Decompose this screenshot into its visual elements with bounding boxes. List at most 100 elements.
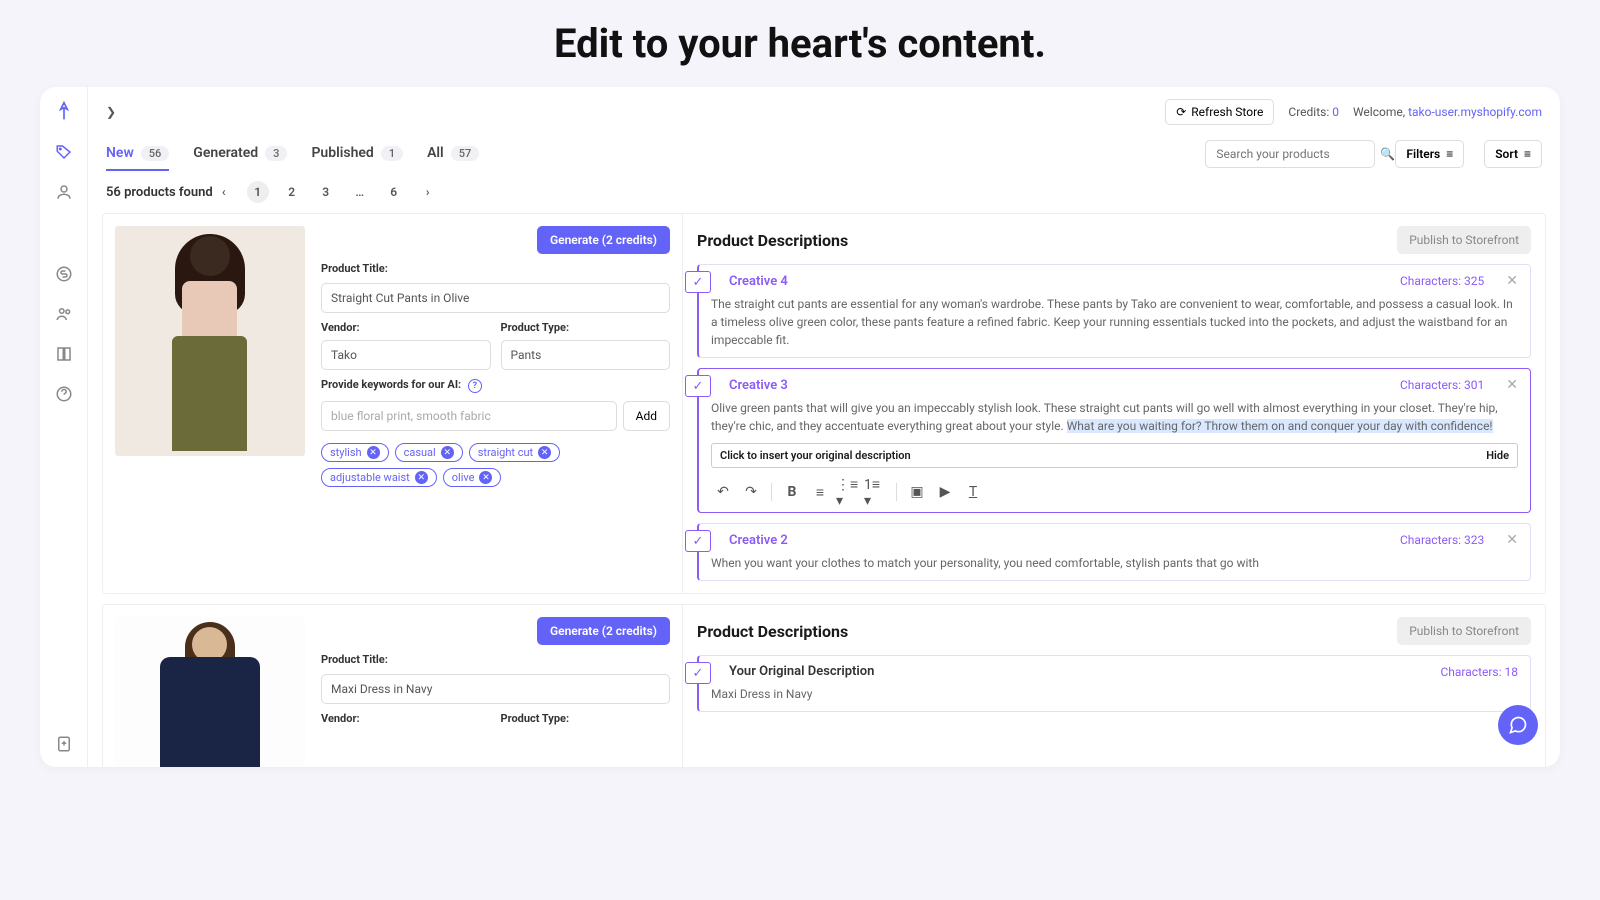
publish-button[interactable]: Publish to Storefront	[1397, 226, 1531, 254]
product-type-label: Product Type:	[501, 712, 671, 725]
new-doc-icon[interactable]	[55, 735, 73, 753]
pager-page[interactable]: 6	[383, 181, 405, 203]
generate-button[interactable]: Generate (2 credits)	[537, 617, 670, 645]
editor-toolbar: ↶ ↷ B ≡ ⋮≡ ▾ 1≡ ▾ ▣ ▶ T	[711, 474, 1518, 504]
creative-text[interactable]: Olive green pants that will give you an …	[711, 399, 1518, 435]
align-icon[interactable]: ≡	[808, 480, 832, 504]
number-list-icon[interactable]: 1≡ ▾	[864, 480, 888, 504]
team-icon[interactable]	[55, 305, 73, 323]
page-heading: Edit to your heart's content.	[40, 20, 1560, 67]
keywords-input[interactable]: blue floral print, smooth fabric	[321, 401, 617, 431]
select-creative-icon[interactable]: ✓	[685, 530, 711, 552]
redo-icon[interactable]: ↷	[739, 480, 763, 504]
creative-card[interactable]: ✓ Creative 4 Characters: 325 ✕The straig…	[697, 264, 1531, 358]
products-list: Generate (2 credits) Product Title: Stra…	[88, 213, 1560, 767]
character-count: Characters: 301	[1400, 378, 1484, 392]
delete-creative-icon[interactable]: ✕	[1506, 532, 1518, 548]
creative-card[interactable]: ✓ Creative 3 Characters: 301 ✕Olive gree…	[697, 368, 1531, 513]
remove-tag-icon[interactable]: ✕	[479, 471, 492, 484]
select-creative-icon[interactable]: ✓	[685, 375, 711, 397]
keyword-tag: straight cut✕	[469, 443, 560, 462]
add-keyword-button[interactable]: Add	[623, 401, 670, 431]
store-link[interactable]: tako-user.myshopify.com	[1408, 105, 1542, 119]
creative-text: The straight cut pants are essential for…	[711, 295, 1518, 349]
hide-button[interactable]: Hide	[1486, 449, 1509, 462]
help-icon[interactable]: ?	[468, 379, 482, 393]
creative-name: Creative 3	[729, 378, 788, 393]
product-thumbnail	[115, 617, 305, 767]
filter-icon: ≡	[1446, 147, 1453, 161]
generate-button[interactable]: Generate (2 credits)	[537, 226, 670, 254]
remove-tag-icon[interactable]: ✕	[441, 446, 454, 459]
app-window: ❯ ⟳ Refresh Store Credits: 0 Welcome, ta…	[40, 87, 1560, 767]
pager-page[interactable]: 2	[281, 181, 303, 203]
pager-page[interactable]: 3	[315, 181, 337, 203]
character-count: Characters: 323	[1400, 533, 1484, 547]
bullet-list-icon[interactable]: ⋮≡ ▾	[836, 480, 860, 504]
results-count: 56 products found	[106, 185, 213, 200]
product-card: Generate (2 credits) Product Title: Stra…	[102, 213, 1546, 594]
pager-page[interactable]: 1	[247, 181, 269, 203]
tabs-row: New56 Generated3 Published1 All57 🔍 Filters…	[88, 137, 1560, 171]
credits-link[interactable]: 0	[1332, 105, 1339, 119]
remove-tag-icon[interactable]: ✕	[538, 446, 551, 459]
image-icon[interactable]: ▣	[905, 480, 929, 504]
tab-published[interactable]: Published1	[311, 137, 403, 171]
delete-creative-icon[interactable]: ✕	[1506, 377, 1518, 393]
chat-fab[interactable]	[1498, 705, 1538, 745]
main-panel: ❯ ⟳ Refresh Store Credits: 0 Welcome, ta…	[88, 87, 1560, 767]
remove-tag-icon[interactable]: ✕	[415, 471, 428, 484]
creative-card[interactable]: ✓ Your Original Description Characters: …	[697, 655, 1531, 712]
search-icon[interactable]: 🔍	[1380, 147, 1395, 161]
product-title-label: Product Title:	[321, 262, 670, 275]
product-thumbnail	[115, 226, 305, 456]
creative-name: Creative 2	[729, 533, 788, 548]
undo-icon[interactable]: ↶	[711, 480, 735, 504]
publish-button[interactable]: Publish to Storefront	[1397, 617, 1531, 645]
vendor-label: Vendor:	[321, 321, 491, 334]
topbar: ❯ ⟳ Refresh Store Credits: 0 Welcome, ta…	[88, 87, 1560, 137]
character-count: Characters: 325	[1400, 274, 1484, 288]
search-box[interactable]: 🔍	[1205, 140, 1375, 168]
pagination: ‹ 123 … 6 ›	[213, 181, 439, 203]
tag-icon[interactable]	[55, 143, 73, 161]
creative-name: Your Original Description	[729, 664, 874, 679]
user-icon[interactable]	[55, 183, 73, 201]
search-input[interactable]	[1216, 147, 1372, 161]
pager-next[interactable]: ›	[417, 181, 439, 203]
delete-creative-icon[interactable]: ✕	[1506, 273, 1518, 289]
welcome-text: Welcome, tako-user.myshopify.com	[1353, 105, 1542, 119]
tab-new[interactable]: New56	[106, 137, 169, 171]
tab-all[interactable]: All57	[427, 137, 479, 171]
creative-card[interactable]: ✓ Creative 2 Characters: 323 ✕When you w…	[697, 523, 1531, 581]
pager-prev[interactable]: ‹	[213, 181, 235, 203]
bold-icon[interactable]: B	[780, 480, 804, 504]
insert-original-bar[interactable]: Click to insert your original descriptio…	[711, 443, 1518, 468]
vendor-input[interactable]: Tako	[321, 340, 491, 370]
sort-icon: ≡	[1524, 147, 1531, 161]
app-logo	[54, 101, 74, 121]
keyword-tag: adjustable waist✕	[321, 468, 437, 487]
tab-generated[interactable]: Generated3	[193, 137, 287, 171]
docs-icon[interactable]	[55, 345, 73, 363]
refresh-store-button[interactable]: ⟳ Refresh Store	[1165, 99, 1274, 125]
sort-button[interactable]: Sort ≡	[1484, 140, 1542, 168]
creative-text: When you want your clothes to match your…	[711, 554, 1518, 572]
select-creative-icon[interactable]: ✓	[685, 271, 711, 293]
product-title-label: Product Title:	[321, 653, 670, 666]
product-type-input[interactable]: Pants	[501, 340, 671, 370]
expand-sidebar-icon[interactable]: ❯	[106, 105, 116, 119]
product-title-input[interactable]: Maxi Dress in Navy	[321, 674, 670, 704]
clear-format-icon[interactable]: T	[961, 480, 985, 504]
descriptions-heading: Product Descriptions	[697, 622, 1397, 641]
vendor-label: Vendor:	[321, 712, 491, 725]
help-icon[interactable]	[55, 385, 73, 403]
product-title-input[interactable]: Straight Cut Pants in Olive	[321, 283, 670, 313]
video-icon[interactable]: ▶	[933, 480, 957, 504]
filters-button[interactable]: Filters ≡	[1395, 140, 1464, 168]
pager-page: …	[349, 181, 371, 203]
creative-text: Maxi Dress in Navy	[711, 685, 1518, 703]
remove-tag-icon[interactable]: ✕	[367, 446, 380, 459]
credits-icon[interactable]	[55, 265, 73, 283]
select-creative-icon[interactable]: ✓	[685, 662, 711, 684]
